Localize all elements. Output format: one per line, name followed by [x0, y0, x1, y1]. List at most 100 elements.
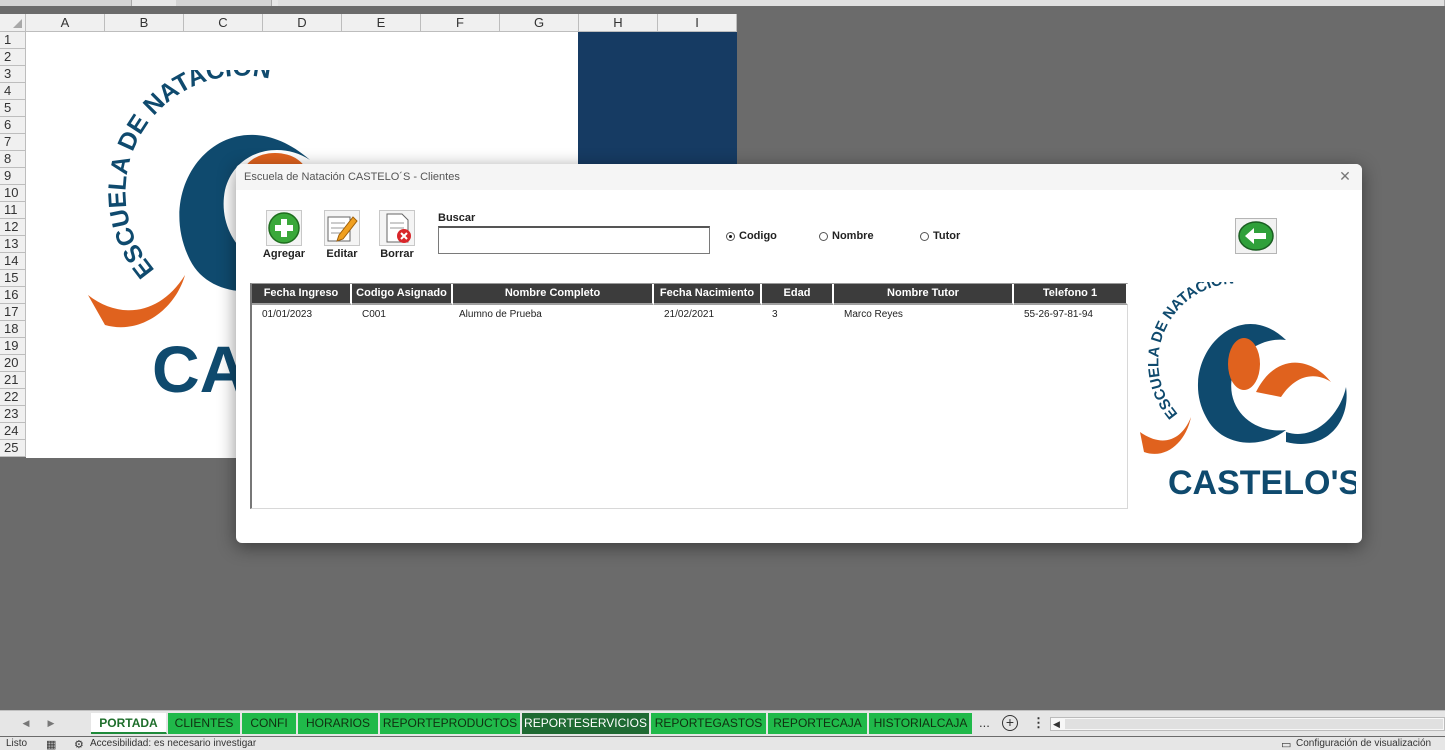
column-header[interactable]: I: [658, 14, 737, 32]
radio-nombre[interactable]: Nombre: [819, 230, 874, 242]
row-header[interactable]: 3: [0, 66, 26, 83]
table-row[interactable]: 01/01/2023 C001 Alumno de Prueba 21/02/2…: [252, 306, 1128, 324]
row-header[interactable]: 17: [0, 304, 26, 321]
cell-codigo: C001: [362, 309, 386, 320]
row-header[interactable]: 11: [0, 202, 26, 219]
add-button[interactable]: Agregar: [262, 210, 306, 260]
search-label: Buscar: [438, 212, 476, 224]
display-settings-icon[interactable]: ▭: [1281, 738, 1291, 750]
radio-tutor[interactable]: Tutor: [920, 230, 960, 242]
search-input[interactable]: [438, 226, 710, 254]
clients-list[interactable]: Fecha Ingreso Codigo Asignado Nombre Com…: [250, 283, 1128, 509]
column-header[interactable]: F: [421, 14, 500, 32]
col-edad[interactable]: Edad: [762, 284, 834, 305]
row-header[interactable]: 4: [0, 83, 26, 100]
col-telefono-1[interactable]: Telefono 1: [1014, 284, 1128, 305]
row-header[interactable]: 16: [0, 287, 26, 304]
row-header[interactable]: 6: [0, 117, 26, 134]
tab-scroll-right-icon[interactable]: ▶: [44, 716, 58, 730]
row-header[interactable]: 25: [0, 440, 26, 457]
tab-options-icon[interactable]: ⋮: [1032, 715, 1045, 731]
row-header[interactable]: 12: [0, 219, 26, 236]
scroll-left-icon[interactable]: ◀: [1053, 718, 1060, 730]
edit-icon: [324, 210, 360, 246]
close-icon[interactable]: ✕: [1336, 167, 1354, 185]
row-header[interactable]: 10: [0, 185, 26, 202]
more-tabs-button[interactable]: ...: [979, 715, 990, 730]
delete-button[interactable]: Borrar: [375, 210, 419, 260]
column-header[interactable]: E: [342, 14, 421, 32]
radio-tutor-dot: [920, 231, 929, 241]
col-nombre-completo[interactable]: Nombre Completo: [453, 284, 654, 305]
col-fecha-nacimiento[interactable]: Fecha Nacimiento: [654, 284, 762, 305]
row-header[interactable]: 9: [0, 168, 26, 185]
select-all-corner[interactable]: [0, 14, 26, 32]
row-header[interactable]: 2: [0, 49, 26, 66]
row-header[interactable]: 8: [0, 151, 26, 168]
radio-tutor-label: Tutor: [933, 230, 961, 242]
sheet-tab-reporteproductos[interactable]: REPORTEPRODUCTOS: [380, 713, 521, 734]
row-header[interactable]: 5: [0, 100, 26, 117]
delete-label: Borrar: [380, 248, 414, 260]
tab-scroll-left-icon[interactable]: ◀: [19, 716, 33, 730]
back-button[interactable]: [1235, 218, 1277, 254]
row-header[interactable]: 21: [0, 372, 26, 389]
col-codigo-asignado[interactable]: Codigo Asignado: [352, 284, 453, 305]
cell-fecha-ingreso: 01/01/2023: [262, 309, 313, 320]
row-header[interactable]: 19: [0, 338, 26, 355]
sheet-tab-horarios[interactable]: HORARIOS: [298, 713, 379, 734]
column-header[interactable]: H: [579, 14, 658, 32]
row-header[interactable]: 22: [0, 389, 26, 406]
row-header[interactable]: 7: [0, 134, 26, 151]
dialog-title: Escuela de Natación CASTELO´S - Clientes: [244, 171, 460, 183]
col-fecha-ingreso[interactable]: Fecha Ingreso: [252, 284, 352, 305]
edit-button[interactable]: Editar: [320, 210, 364, 260]
radio-nombre-dot: [819, 231, 828, 241]
cell-telefono: 55-26-97-81-94: [1024, 309, 1093, 320]
sheet-tab-clientes[interactable]: CLIENTES: [168, 713, 241, 734]
row-header[interactable]: 14: [0, 253, 26, 270]
cell-edad: 3: [772, 309, 778, 320]
column-header[interactable]: G: [500, 14, 579, 32]
row-header[interactable]: 1: [0, 32, 26, 49]
col-nombre-tutor[interactable]: Nombre Tutor: [834, 284, 1014, 305]
cell-nombre: Alumno de Prueba: [459, 309, 542, 320]
add-label: Agregar: [262, 248, 306, 260]
row-header[interactable]: 24: [0, 423, 26, 440]
row-header[interactable]: 23: [0, 406, 26, 423]
macro-recording-icon[interactable]: ▦: [46, 738, 56, 750]
radio-codigo-label: Codigo: [739, 230, 777, 242]
row-header[interactable]: 18: [0, 321, 26, 338]
display-settings[interactable]: Configuración de visualización: [1296, 738, 1431, 749]
radio-codigo[interactable]: Codigo: [726, 230, 777, 242]
row-headers: 1 2 3 4 5 6 7 8 9 10 11 12 13 14 15 16 17 18 19 20 21 22 23 24 2…: [0, 32, 26, 457]
sheet-tab-reportecaja[interactable]: REPORTECAJA: [768, 713, 868, 734]
sheet-tab-confi[interactable]: CONFI: [242, 713, 297, 734]
edit-label: Editar: [326, 248, 358, 260]
column-header[interactable]: A: [26, 14, 105, 32]
row-header[interactable]: 13: [0, 236, 26, 253]
horizontal-scrollbar[interactable]: ◀: [1050, 717, 1445, 731]
sheet-tab-portada[interactable]: PORTADA: [91, 713, 167, 734]
sheet-tab-reporteservicios[interactable]: REPORTESERVICIOS: [522, 713, 650, 734]
scrollbar-thumb[interactable]: [1065, 719, 1443, 729]
row-header[interactable]: 20: [0, 355, 26, 372]
sheet-tab-bar: ◀ ▶ PORTADA CLIENTES CONFI HORARIOS REPORTEP…: [0, 710, 1445, 736]
clients-dialog: Escuela de Natación CASTELO´S - Clientes…: [236, 164, 1362, 543]
list-header: Fecha Ingreso Codigo Asignado Nombre Com…: [252, 284, 1128, 305]
status-ready: Listo: [6, 738, 28, 749]
dialog-logo-bottom-text: CASTELO'S: [1168, 464, 1356, 502]
sheet-logo-bottom-text: CA: [152, 332, 247, 406]
ribbon-edge: [0, 0, 1445, 6]
accessibility-icon[interactable]: ⚙: [74, 738, 84, 750]
column-header[interactable]: C: [184, 14, 263, 32]
cell-fecha-nacimiento: 21/02/2021: [664, 309, 715, 320]
add-sheet-icon[interactable]: +: [1002, 715, 1018, 731]
sheet-tab-reportegastos[interactable]: REPORTEGASTOS: [651, 713, 767, 734]
row-header[interactable]: 15: [0, 270, 26, 287]
column-header[interactable]: D: [263, 14, 342, 32]
accessibility-status[interactable]: Accesibilidad: es necesario investigar: [90, 738, 256, 749]
dialog-logo: ESCUELA DE NATACIÓN CASTELO'S: [1140, 282, 1356, 502]
column-header[interactable]: B: [105, 14, 184, 32]
sheet-tab-historialcaja[interactable]: HISTORIALCAJA: [869, 713, 973, 734]
